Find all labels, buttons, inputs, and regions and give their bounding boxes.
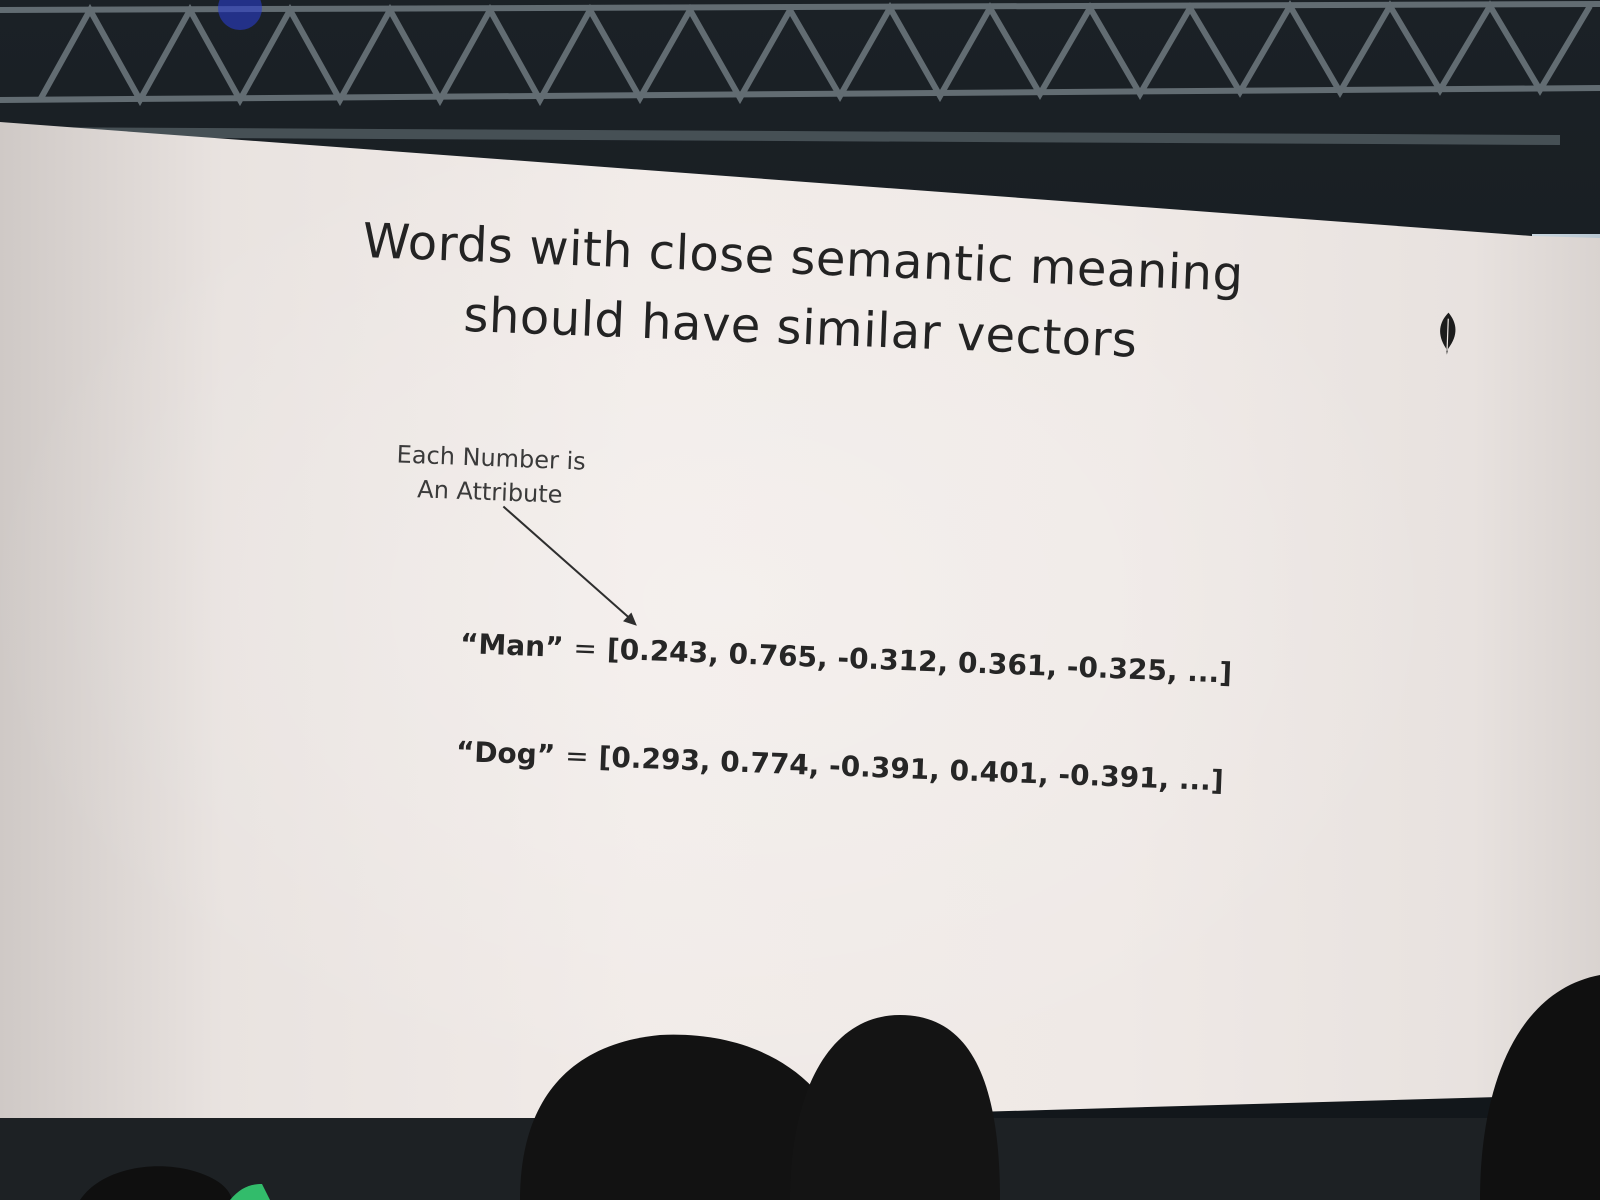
audience-silhouettes [0, 975, 1600, 1200]
audience-head [790, 1015, 1000, 1200]
audience-head [1480, 975, 1600, 1200]
venue-photo: Words with close semantic meaning should… [0, 0, 1600, 1200]
